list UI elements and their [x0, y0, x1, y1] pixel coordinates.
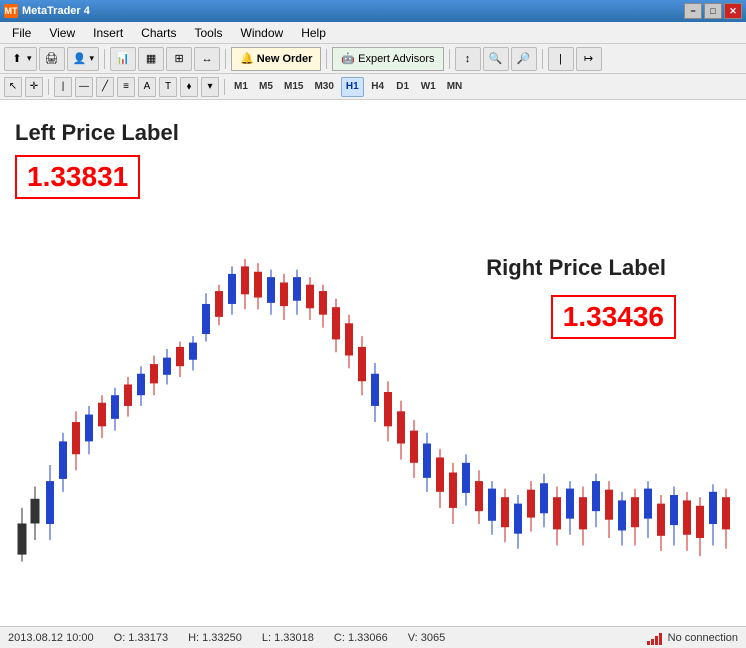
- tsep1: [48, 79, 49, 95]
- toolbar-indicators[interactable]: ↕: [455, 47, 481, 71]
- tsep2: [224, 79, 225, 95]
- toolbar-zoom-out[interactable]: ⊞: [166, 47, 192, 71]
- status-volume: V: 3065: [408, 632, 446, 644]
- toolbar-period[interactable]: |: [548, 47, 574, 71]
- zoom-minus-icon: 🔎: [516, 51, 532, 67]
- toolbar-zoom-minus[interactable]: 🔎: [511, 47, 537, 71]
- zoom-in-icon: ▦: [143, 51, 159, 67]
- app-icon: MT: [4, 4, 18, 18]
- profiles-icon: 👤: [72, 51, 88, 67]
- status-low: L: 1.33018: [262, 632, 314, 644]
- scroll-icon: ↔: [199, 51, 215, 67]
- trendline-tool[interactable]: ╱: [96, 77, 114, 97]
- app-title: MetaTrader 4: [22, 5, 90, 17]
- toolbar-arrow[interactable]: ⬆ ▾: [4, 47, 37, 71]
- menu-window[interactable]: Window: [233, 24, 292, 42]
- more-tools[interactable]: ▾: [201, 77, 219, 97]
- arrow-tool[interactable]: ⬧: [180, 77, 198, 97]
- signal-icon: [647, 631, 662, 645]
- expert-icon: 🤖: [341, 52, 355, 65]
- tf-d1[interactable]: D1: [392, 77, 414, 97]
- left-price-label-text: Left Price Label: [15, 120, 179, 146]
- status-high: H: 1.33250: [188, 632, 242, 644]
- text-tool[interactable]: A: [138, 77, 156, 97]
- arrow-icon: ⬆: [9, 51, 25, 67]
- toolbar-zoom-mag[interactable]: 🔍: [483, 47, 509, 71]
- indicator-icon: ↕: [460, 51, 476, 67]
- right-price-label-text: Right Price Label: [486, 255, 666, 281]
- close-button[interactable]: ✕: [724, 3, 742, 19]
- separator1: [104, 49, 105, 69]
- toolbar-print[interactable]: 🖨: [39, 47, 65, 71]
- crosshair-tool[interactable]: ✛: [25, 77, 43, 97]
- tools-bar: ↖ ✛ | — ╱ ≡ A T ⬧ ▾ M1 M5 M15 M30 H1 H4 …: [0, 74, 746, 100]
- tf-m1[interactable]: M1: [230, 77, 252, 97]
- status-close: C: 1.33066: [334, 632, 388, 644]
- tf-h1[interactable]: H1: [341, 77, 364, 97]
- title-controls: − □ ✕: [684, 3, 742, 19]
- toolbar-autoscroll[interactable]: ↦: [576, 47, 602, 71]
- connection-status: No connection: [647, 631, 738, 645]
- print-icon: 🖨: [44, 51, 60, 67]
- period-icon: |: [553, 51, 569, 67]
- separator5: [542, 49, 543, 69]
- channel-tool[interactable]: ≡: [117, 77, 135, 97]
- status-bar: 2013.08.12 10:00 O: 1.33173 H: 1.33250 L…: [0, 626, 746, 648]
- zoom-mag-icon: 🔍: [488, 51, 504, 67]
- menu-file[interactable]: File: [4, 24, 39, 42]
- maximize-button[interactable]: □: [704, 3, 722, 19]
- new-order-button[interactable]: 🔔 New Order: [231, 47, 321, 71]
- cursor-tool[interactable]: ↖: [4, 77, 22, 97]
- toolbar-zoom-in[interactable]: ▦: [138, 47, 164, 71]
- chart-type-icon: 📊: [115, 51, 131, 67]
- status-open: O: 1.33173: [114, 632, 168, 644]
- left-price-box: 1.33831: [15, 155, 140, 199]
- zoom-out-icon: ⊞: [171, 51, 187, 67]
- chart-area[interactable]: Left Price Label 1.33831 Right Price Lab…: [0, 100, 746, 626]
- separator4: [449, 49, 450, 69]
- menu-view[interactable]: View: [41, 24, 83, 42]
- separator2: [225, 49, 226, 69]
- tf-w1[interactable]: W1: [417, 77, 440, 97]
- status-datetime: 2013.08.12 10:00: [8, 632, 94, 644]
- tf-h4[interactable]: H4: [367, 77, 389, 97]
- tf-m15[interactable]: M15: [280, 77, 307, 97]
- autoscroll-icon: ↦: [581, 51, 597, 67]
- right-price-box: 1.33436: [551, 295, 676, 339]
- toolbar-profiles[interactable]: 👤 ▾: [67, 47, 100, 71]
- minimize-button[interactable]: −: [684, 3, 702, 19]
- toolbar: ⬆ ▾ 🖨 👤 ▾ 📊 ▦ ⊞ ↔ 🔔 New Order 🤖 Expert A…: [0, 44, 746, 74]
- tf-m30[interactable]: M30: [310, 77, 337, 97]
- hline-tool[interactable]: —: [75, 77, 93, 97]
- expert-advisors-button[interactable]: 🤖 Expert Advisors: [332, 47, 443, 71]
- tf-m5[interactable]: M5: [255, 77, 277, 97]
- menu-charts[interactable]: Charts: [133, 24, 184, 42]
- separator3: [326, 49, 327, 69]
- toolbar-scroll[interactable]: ↔: [194, 47, 220, 71]
- new-order-icon: 🔔: [240, 52, 254, 65]
- menu-tools[interactable]: Tools: [187, 24, 231, 42]
- menu-bar: File View Insert Charts Tools Window Hel…: [0, 22, 746, 44]
- title-bar: MT MetaTrader 4 − □ ✕: [0, 0, 746, 22]
- toolbar-chart-type[interactable]: 📊: [110, 47, 136, 71]
- label-tool[interactable]: T: [159, 77, 177, 97]
- menu-insert[interactable]: Insert: [85, 24, 131, 42]
- no-connection-label: No connection: [668, 632, 738, 644]
- menu-help[interactable]: Help: [293, 24, 334, 42]
- line-tool[interactable]: |: [54, 77, 72, 97]
- tf-mn[interactable]: MN: [443, 77, 467, 97]
